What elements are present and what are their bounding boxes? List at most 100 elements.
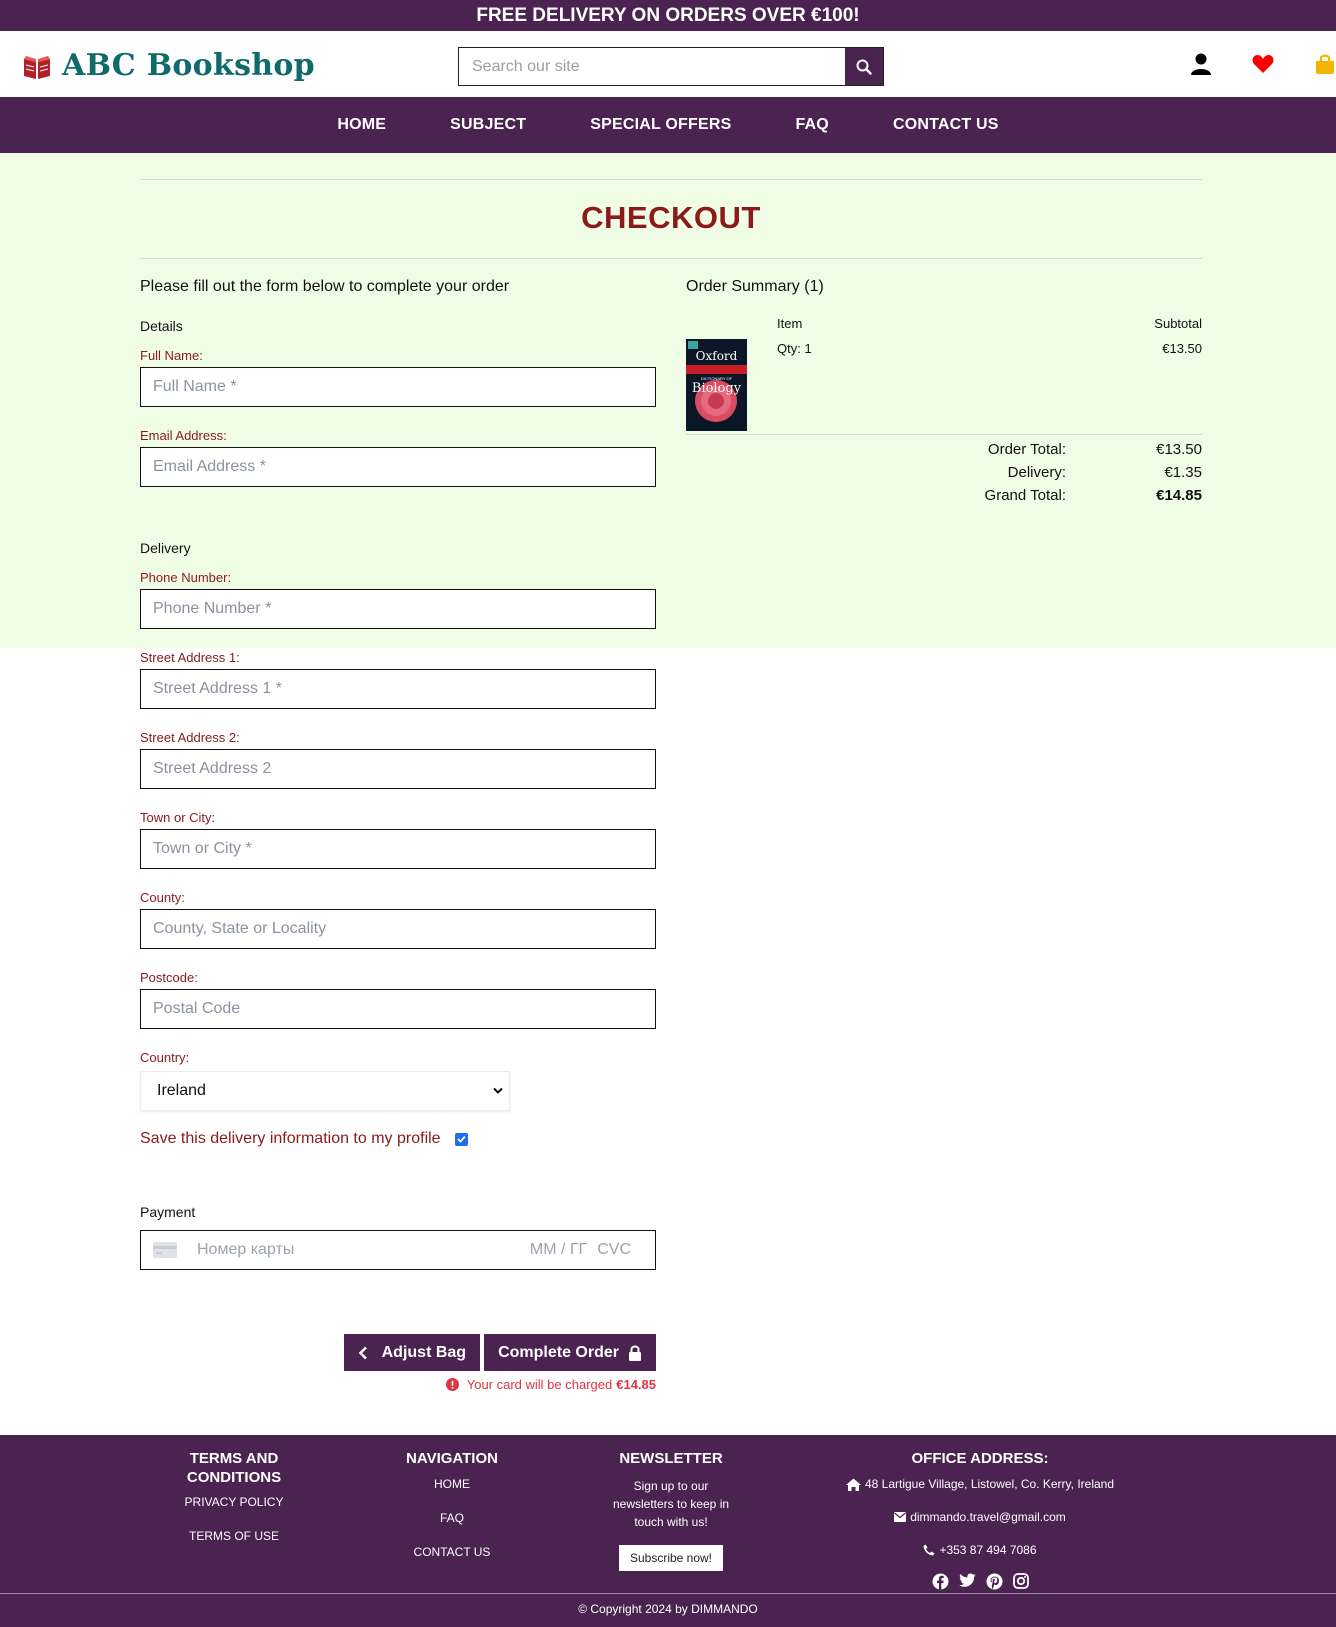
adjust-bag-button[interactable]: Adjust Bag (343, 1334, 481, 1371)
phone-input[interactable] (141, 590, 655, 628)
order-total-label: Order Total: (987, 441, 1066, 458)
nav-contact-us[interactable]: CONTACT US (893, 116, 999, 134)
search-icon (856, 59, 872, 75)
social-links (830, 1573, 1130, 1595)
complete-order-button[interactable]: Complete Order (484, 1334, 656, 1371)
promo-banner: FREE DELIVERY ON ORDERS OVER €100! (0, 0, 1336, 31)
nav-subject[interactable]: SUBJECT (450, 116, 526, 134)
newsletter-text: Sign up to our newsletters to keep in to… (612, 1479, 730, 1529)
country-select[interactable]: Ireland (140, 1071, 510, 1111)
terms-of-use-link[interactable]: TERMS OF USE (164, 1529, 304, 1543)
town-input[interactable] (141, 830, 655, 868)
site-header: ABC Bookshop (0, 31, 1336, 97)
privacy-policy-link[interactable]: PRIVACY POLICY (164, 1495, 304, 1509)
order-totals: Order Total: €13.50 Delivery: €1.35 Gran… (686, 441, 1202, 504)
card-number-placeholder: Номер карты (197, 1241, 295, 1258)
cover-subject: Biology (691, 381, 742, 396)
details-heading: Details (140, 318, 183, 334)
form-intro: Please fill out the form below to comple… (140, 278, 510, 295)
twitter-link[interactable] (958, 1573, 976, 1595)
complete-order-label: Complete Order (498, 1343, 619, 1361)
order-summary: Order Summary (1) Item Subtotal Oxford D… (686, 278, 1202, 510)
subscribe-button[interactable]: Subscribe now! (618, 1545, 724, 1571)
item-quantity: Qty: 1 (777, 341, 812, 356)
county-input[interactable] (141, 910, 655, 948)
facebook-link[interactable] (932, 1573, 949, 1595)
cover-publisher: Oxford (695, 349, 738, 363)
instagram-icon (1012, 1573, 1029, 1589)
book-cover[interactable]: Oxford DICTIONARY OF Biology (686, 339, 747, 431)
street2-input[interactable] (141, 750, 655, 788)
office-address: 48 Lartigue Village, Listowel, Co. Kerry… (864, 1477, 1115, 1491)
full-name-input[interactable] (141, 368, 655, 406)
email-input[interactable] (141, 448, 655, 486)
phone-icon (923, 1544, 935, 1556)
twitter-icon (958, 1573, 975, 1587)
page-title: CHECKOUT (581, 200, 761, 235)
office-phone[interactable]: +353 87 494 7086 (939, 1543, 1036, 1557)
town-label: Town or City: (140, 810, 216, 825)
search-button[interactable] (845, 48, 883, 85)
order-total-value: €13.50 (1156, 441, 1202, 458)
lock-icon (629, 1345, 641, 1361)
checkout-form: Please fill out the form below to comple… (140, 278, 656, 1392)
delivery-value: €1.35 (1164, 464, 1202, 481)
footer-navigation: NAVIGATION HOME FAQ CONTACT US (392, 1449, 512, 1579)
postcode-input[interactable] (141, 990, 655, 1028)
copyright: © Copyright 2024 by DIMMANDO (578, 1602, 758, 1616)
logo[interactable]: ABC Bookshop (22, 48, 315, 83)
footer-faq-link[interactable]: FAQ (392, 1511, 512, 1525)
facebook-icon (932, 1573, 948, 1590)
item-price: €13.50 (1162, 341, 1202, 356)
shopping-bag-button[interactable] (1314, 53, 1336, 75)
checkout-container: CHECKOUT Please fill out the form below … (140, 153, 1202, 1392)
newsletter-heading: NEWSLETTER (619, 1450, 723, 1467)
nav-faq[interactable]: FAQ (795, 116, 829, 134)
chevron-left-icon (358, 1346, 367, 1359)
card-element[interactable]: Номер карты ММ / ГГ CVC (140, 1230, 656, 1270)
street2-label: Street Address 2: (140, 730, 240, 745)
book-logo-icon (24, 55, 50, 79)
user-icon (1191, 53, 1211, 75)
envelope-icon (894, 1512, 907, 1522)
delivery-label: Delivery: (1007, 464, 1066, 481)
nav-home[interactable]: HOME (337, 116, 386, 134)
postcode-label: Postcode: (140, 970, 198, 985)
country-label: Country: (140, 1050, 190, 1065)
pinterest-link[interactable] (986, 1573, 1003, 1595)
charge-notice: Your card will be charged €14.85 (140, 1377, 656, 1392)
item-header: Item (777, 316, 803, 331)
nav-special-offers[interactable]: SPECIAL OFFERS (590, 116, 731, 134)
phone-label: Phone Number: (140, 570, 232, 585)
terms-heading: TERMS AND CONDITIONS (186, 1450, 282, 1486)
chevron-down-icon (493, 1087, 503, 1094)
exclamation-circle-icon (445, 1378, 459, 1391)
shopping-bag-icon (1316, 54, 1334, 74)
street1-label: Street Address 1: (140, 650, 240, 665)
footer-home-link[interactable]: HOME (392, 1477, 512, 1491)
save-info-checkbox[interactable] (454, 1132, 468, 1146)
delivery-heading: Delivery (140, 540, 191, 556)
county-label: County: (140, 890, 185, 905)
street1-input[interactable] (141, 670, 655, 708)
heart-icon (1252, 55, 1274, 73)
pinterest-icon (986, 1573, 1002, 1590)
account-button[interactable] (1190, 53, 1212, 75)
site-search (458, 47, 884, 86)
divider (140, 258, 1202, 259)
footer-contact-link[interactable]: CONTACT US (392, 1545, 512, 1559)
office-email[interactable]: dimmando.travel@gmail.com (910, 1510, 1066, 1524)
instagram-link[interactable] (1012, 1573, 1029, 1595)
search-input[interactable] (459, 48, 845, 85)
card-expiry-placeholder: ММ / ГГ (529, 1241, 588, 1258)
payment-heading: Payment (140, 1204, 196, 1220)
footer-terms: TERMS AND CONDITIONS PRIVACY POLICY TERM… (164, 1449, 304, 1563)
footer-office: OFFICE ADDRESS: 48 Lartigue Village, Lis… (830, 1449, 1130, 1595)
divider (140, 179, 1202, 180)
wishlist-button[interactable] (1252, 53, 1274, 75)
grand-total-value: €14.85 (1156, 487, 1202, 504)
grand-total-label: Grand Total: (984, 487, 1066, 504)
adjust-bag-label: Adjust Bag (381, 1343, 467, 1361)
email-label: Email Address: (140, 428, 227, 443)
office-heading: OFFICE ADDRESS: (911, 1450, 1049, 1467)
